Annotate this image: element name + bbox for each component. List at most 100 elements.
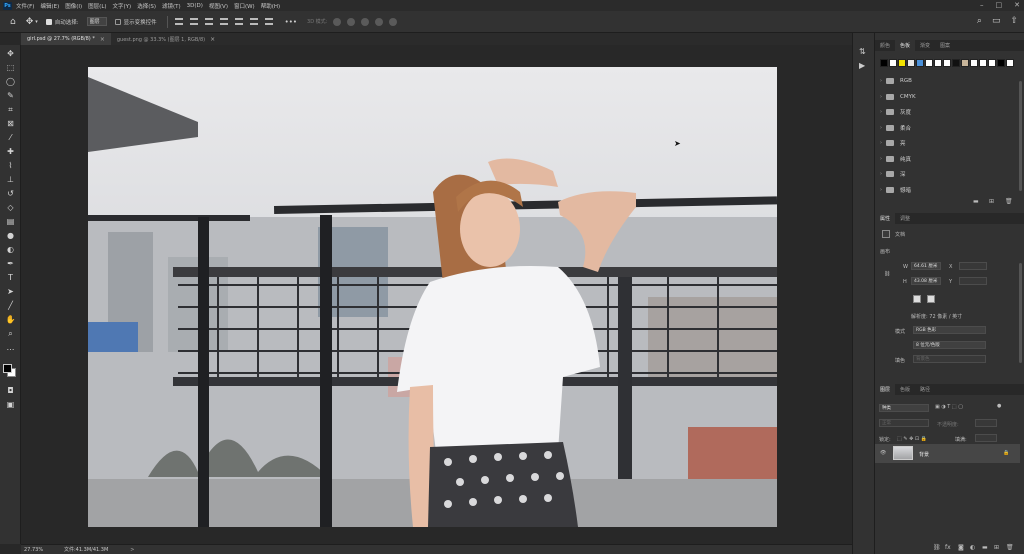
swatch-group-gray[interactable]: › 灰度 bbox=[880, 106, 911, 117]
fill-field[interactable] bbox=[975, 434, 997, 442]
search-icon[interactable]: ⌕ bbox=[977, 16, 982, 26]
color-swatch[interactable] bbox=[943, 59, 951, 67]
properties-scrollbar[interactable] bbox=[1019, 263, 1022, 363]
eyedropper-tool-icon[interactable]: ⁄ bbox=[5, 132, 16, 143]
trash-icon[interactable]: 🗑 bbox=[1005, 198, 1013, 205]
tab-girl-psd[interactable]: girl.psd @ 27.7% (RGB/8) * × bbox=[21, 33, 111, 45]
lock-icons[interactable]: ⬚ ✎ ✥ ⊡ 🔒 bbox=[897, 436, 927, 442]
zoom-level[interactable]: 27.73% bbox=[24, 547, 46, 553]
history-icon[interactable]: ⇅ bbox=[859, 47, 866, 56]
minimize-icon[interactable]: – bbox=[980, 1, 984, 9]
hand-tool-icon[interactable]: ✋ bbox=[5, 314, 16, 325]
swatch-group-pure[interactable]: › 纯真 bbox=[880, 153, 911, 164]
width-field[interactable]: 64.61 厘米 bbox=[911, 262, 941, 270]
roll-3d-icon[interactable] bbox=[347, 17, 356, 26]
color-swatch[interactable] bbox=[1006, 59, 1014, 67]
tab-gradients[interactable]: 渐变 bbox=[915, 40, 935, 51]
align-top-icon[interactable] bbox=[174, 18, 183, 25]
quick-mask-icon[interactable]: ◘ bbox=[5, 385, 16, 396]
type-tool-icon[interactable]: T bbox=[5, 272, 16, 283]
layer-row-background[interactable]: 👁 背景 🔒 bbox=[875, 444, 1020, 463]
scale-3d-icon[interactable] bbox=[389, 17, 398, 26]
chevron-down-icon[interactable]: ▾ bbox=[35, 19, 38, 25]
trash-icon[interactable]: 🗑 bbox=[1006, 544, 1014, 551]
swatch-group-dark[interactable]: › 深 bbox=[880, 168, 906, 179]
more-tools-icon[interactable]: … bbox=[5, 342, 16, 353]
dodge-tool-icon[interactable]: ◐ bbox=[5, 244, 16, 255]
close-icon[interactable]: × bbox=[100, 36, 105, 43]
menu-help[interactable]: 帮助(H) bbox=[261, 2, 280, 10]
align-left-icon[interactable] bbox=[219, 18, 228, 25]
blend-mode-dropdown[interactable]: 正常 bbox=[879, 419, 929, 427]
menu-3d[interactable]: 3D(D) bbox=[187, 3, 203, 9]
tab-color[interactable]: 颜色 bbox=[875, 40, 895, 51]
maximize-icon[interactable]: □ bbox=[996, 1, 1003, 9]
tab-swatches[interactable]: 色板 bbox=[895, 40, 916, 51]
align-bottom-icon[interactable] bbox=[204, 18, 213, 25]
more-options-icon[interactable]: ••• bbox=[285, 18, 297, 26]
quick-select-tool-icon[interactable]: ✎ bbox=[5, 90, 16, 101]
new-group-icon[interactable]: ▬ bbox=[982, 544, 988, 551]
swatch-group-soft[interactable]: › 柔合 bbox=[880, 122, 911, 133]
color-swatch[interactable] bbox=[880, 59, 888, 67]
layer-filter-dropdown[interactable]: 种类 bbox=[879, 404, 929, 412]
fx-icon[interactable]: fx bbox=[945, 544, 951, 551]
pen-tool-icon[interactable]: ✒ bbox=[5, 258, 16, 269]
tab-paths[interactable]: 路径 bbox=[915, 384, 935, 395]
crop-tool-icon[interactable]: ⌗ bbox=[5, 104, 16, 115]
menu-file[interactable]: 文件(F) bbox=[16, 2, 34, 10]
healing-brush-tool-icon[interactable]: ✚ bbox=[5, 146, 16, 157]
pan-3d-icon[interactable] bbox=[361, 17, 370, 26]
height-field[interactable]: 43.08 厘米 bbox=[911, 277, 941, 285]
x-field[interactable] bbox=[959, 262, 987, 270]
menu-image[interactable]: 图像(I) bbox=[65, 2, 82, 10]
link-layers-icon[interactable]: ⛓ bbox=[933, 544, 941, 551]
move-tool-icon[interactable]: ✥ bbox=[26, 17, 34, 27]
orbit-3d-icon[interactable] bbox=[333, 17, 342, 26]
mask-icon[interactable]: ◙ bbox=[958, 544, 964, 551]
play-actions-icon[interactable]: ▶ bbox=[859, 61, 865, 70]
layer-name[interactable]: 背景 bbox=[919, 451, 929, 458]
align-right-icon[interactable] bbox=[249, 18, 258, 25]
canvas-area[interactable]: ➤ bbox=[21, 45, 852, 544]
swatch-group-cmyk[interactable]: › CMYK bbox=[880, 91, 916, 102]
tab-patterns[interactable]: 图案 bbox=[935, 40, 955, 51]
lock-icon[interactable]: 🔒 bbox=[1003, 450, 1009, 456]
mode-dropdown[interactable]: RGB 色彩 bbox=[913, 326, 986, 334]
swatch-group-dim[interactable]: › 憾暗 bbox=[880, 184, 911, 195]
show-transform-checkbox[interactable] bbox=[114, 18, 121, 25]
zoom-tool-icon[interactable]: ⌕ bbox=[5, 328, 16, 339]
status-menu-arrow[interactable]: > bbox=[130, 547, 134, 553]
marquee-tool-icon[interactable]: ⬚ bbox=[5, 62, 16, 73]
color-swatch[interactable] bbox=[889, 59, 897, 67]
swatches-scrollbar[interactable] bbox=[1019, 81, 1022, 191]
move-tool-icon[interactable]: ✥ bbox=[5, 48, 16, 59]
menu-edit[interactable]: 编辑(E) bbox=[40, 2, 59, 10]
color-swatch[interactable] bbox=[934, 59, 942, 67]
landscape-icon[interactable] bbox=[927, 295, 935, 303]
color-swatch[interactable] bbox=[961, 59, 969, 67]
color-swatch[interactable] bbox=[997, 59, 1005, 67]
lasso-tool-icon[interactable]: ◯ bbox=[5, 76, 16, 87]
align-middle-icon[interactable] bbox=[189, 18, 198, 25]
workspace-icon[interactable]: ▭ bbox=[992, 16, 1001, 26]
swatch-group-rgb[interactable]: › RGB bbox=[880, 75, 912, 86]
brush-tool-icon[interactable]: ⌇ bbox=[5, 160, 16, 171]
color-swatch[interactable] bbox=[970, 59, 978, 67]
home-icon[interactable]: ⌂ bbox=[10, 17, 16, 27]
fill-dropdown[interactable]: 背景色 bbox=[913, 355, 986, 363]
link-icon[interactable]: ⛓ bbox=[884, 271, 890, 277]
filter-icons[interactable]: ▣ ◑ T ⬚ ▢ bbox=[935, 404, 963, 410]
screen-mode-icon[interactable]: ▣ bbox=[5, 399, 16, 410]
history-brush-tool-icon[interactable]: ↺ bbox=[5, 188, 16, 199]
menu-view[interactable]: 视图(V) bbox=[209, 2, 228, 10]
new-group-icon[interactable]: ▬ bbox=[973, 198, 979, 205]
menu-layer[interactable]: 图层(L) bbox=[88, 2, 106, 10]
color-swatch[interactable] bbox=[898, 59, 906, 67]
y-field[interactable] bbox=[959, 277, 987, 285]
auto-select-checkbox[interactable] bbox=[45, 18, 52, 25]
menu-type[interactable]: 文字(Y) bbox=[113, 2, 132, 10]
filter-toggle-icon[interactable]: ● bbox=[997, 403, 1001, 409]
eye-icon[interactable]: 👁 bbox=[880, 450, 886, 456]
distribute-icon[interactable] bbox=[264, 18, 273, 25]
